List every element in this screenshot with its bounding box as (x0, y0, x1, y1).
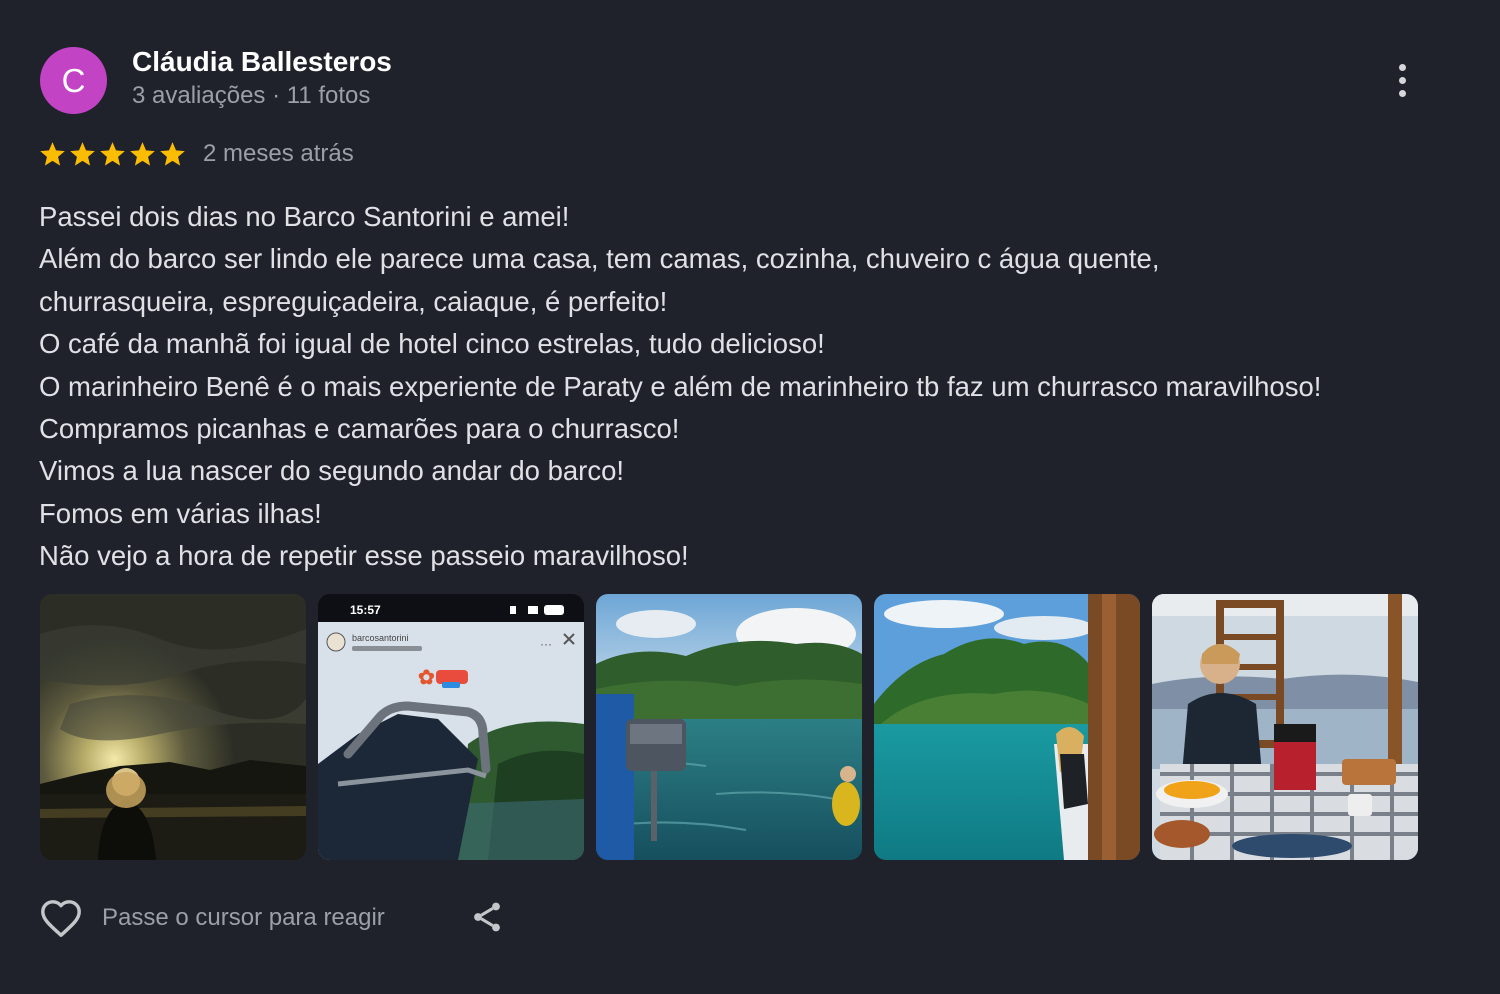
star-icon (70, 141, 95, 166)
more-vert-icon-dot (1398, 76, 1406, 84)
photo-turquoise-bay[interactable] (874, 594, 1140, 860)
photo-story-screenshot[interactable]: barcosantorini ··· ✿ 15:57 (318, 594, 584, 860)
author-name[interactable]: Cláudia Ballesteros (132, 46, 392, 78)
star-icon (160, 141, 185, 166)
review-date: 2 meses atrás (203, 140, 354, 167)
review-text: Passei dois dias no Barco Santorini e am… (39, 196, 1479, 578)
more-options-button[interactable] (1384, 58, 1420, 102)
author-meta: 3 avaliações · 11 fotos (132, 82, 371, 109)
avatar-initial: C (61, 61, 86, 99)
photo-breakfast[interactable] (1152, 594, 1418, 860)
avatar[interactable]: C (40, 47, 107, 114)
photo-moonrise[interactable] (40, 594, 306, 860)
share-button[interactable] (466, 896, 508, 938)
photo-story-image: barcosantorini ··· ✿ 15:57 (318, 594, 584, 860)
rating-row: 2 meses atrás (38, 136, 354, 172)
photo-grill-sea[interactable] (596, 594, 862, 860)
reaction-row: Passe o cursor para reagir (38, 894, 385, 942)
review-line: Além do barco ser lindo ele parece uma c… (39, 243, 1160, 275)
star-icon (100, 141, 125, 166)
photo-bay-image (874, 594, 1140, 860)
star-icon (130, 141, 155, 166)
photo-grill-image (596, 594, 862, 860)
story-account: barcosantorini (352, 633, 409, 643)
photo-moonrise-image (40, 594, 306, 860)
photo-breakfast-image (1152, 594, 1418, 860)
svg-text:···: ··· (540, 637, 552, 651)
review-line: churrasqueira, espreguiçadeira, caiaque,… (39, 285, 668, 317)
review-card: C Cláudia Ballesteros 3 avaliações · 11 … (0, 0, 1500, 994)
review-line: Não vejo a hora de repetir esse passeio … (39, 540, 689, 572)
review-line: Compramos picanhas e camarões para o chu… (39, 413, 680, 445)
svg-text:✿: ✿ (418, 667, 435, 689)
review-line: O marinheiro Benê é o mais experiente de… (39, 370, 1322, 402)
review-line: Passei dois dias no Barco Santorini e am… (39, 201, 570, 232)
react-label: Passe o cursor para reagir (102, 904, 385, 931)
star-rating (38, 140, 187, 169)
review-line: Vimos a lua nascer do segundo andar do b… (39, 455, 625, 487)
story-time: 15:57 (350, 603, 381, 617)
share-icon (474, 902, 500, 932)
more-vert-icon-dot (1398, 89, 1406, 97)
more-vert-icon (1398, 63, 1406, 71)
review-line: O café da manhã foi igual de hotel cinco… (39, 328, 825, 360)
review-photos: barcosantorini ··· ✿ 15:57 (40, 594, 1418, 860)
star-icon (40, 141, 65, 166)
react-button[interactable] (38, 895, 84, 941)
review-line: Fomos em várias ilhas! (39, 497, 322, 529)
heart-outline-icon (41, 900, 81, 937)
